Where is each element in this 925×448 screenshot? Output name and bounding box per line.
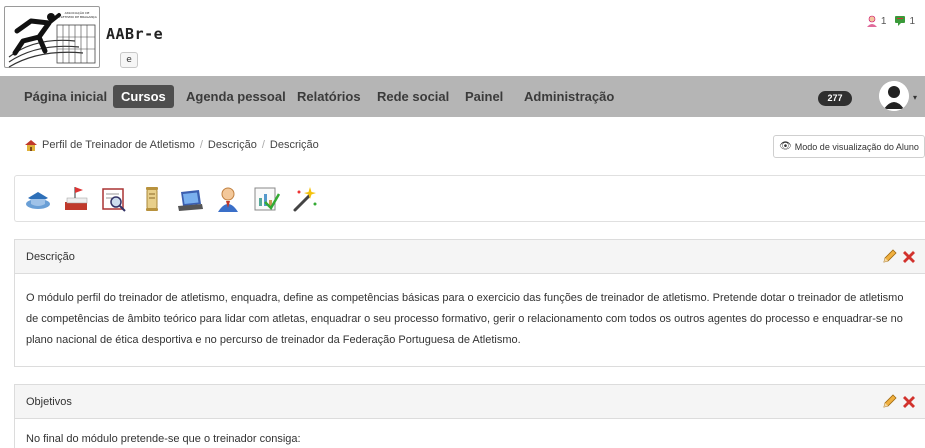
logo-text: ASSOCIAÇÃO DE ATLETISMO DE BRAGANÇA bbox=[57, 11, 97, 19]
home-icon[interactable] bbox=[24, 139, 38, 151]
panel-title: Descrição bbox=[26, 251, 75, 263]
user-icon[interactable] bbox=[213, 184, 243, 214]
breadcrumb-item-description[interactable]: Descrição bbox=[208, 139, 257, 151]
user-silhouette-icon bbox=[879, 81, 909, 111]
student-view-button[interactable]: 👁 Modo de visualização do Aluno bbox=[773, 135, 925, 158]
notifications-count: 1 bbox=[909, 15, 915, 27]
breadcrumb-item-current: Descrição bbox=[269, 139, 319, 151]
nav-count-badge[interactable]: 277 bbox=[818, 91, 852, 106]
nav-courses[interactable]: Cursos bbox=[113, 85, 174, 108]
panel-body-text: No final do módulo pretende-se que o tre… bbox=[26, 433, 301, 445]
book-flag-icon[interactable] bbox=[61, 184, 91, 214]
messages-count: 1 bbox=[880, 15, 887, 27]
hat-icon[interactable] bbox=[23, 184, 53, 214]
breadcrumb-separator: / bbox=[261, 139, 265, 151]
nav-agenda[interactable]: Agenda pessoal bbox=[186, 76, 286, 117]
edit-pencil-icon[interactable] bbox=[881, 394, 897, 410]
main-navbar: Página inicial Cursos Agenda pessoal Rel… bbox=[0, 76, 925, 117]
panel-header: Objetivos bbox=[15, 385, 925, 419]
site-header: ASSOCIAÇÃO DE ATLETISMO DE BRAGANÇA AABr… bbox=[0, 0, 925, 76]
header-status: 1 1 bbox=[866, 15, 923, 27]
site-logo[interactable]: ASSOCIAÇÃO DE ATLETISMO DE BRAGANÇA bbox=[4, 6, 100, 68]
student-view-label: Modo de visualização do Aluno bbox=[794, 141, 919, 152]
nav-reports[interactable]: Relatórios bbox=[297, 76, 361, 117]
breadcrumb-item-course[interactable]: Perfil de Treinador de Atletismo bbox=[42, 139, 195, 151]
course-tools-toolbar bbox=[14, 175, 925, 222]
nav-social-network[interactable]: Rede social bbox=[377, 76, 449, 117]
laptop-icon[interactable] bbox=[175, 184, 205, 214]
breadcrumb-separator: / bbox=[199, 139, 203, 151]
delete-icon[interactable] bbox=[901, 394, 917, 410]
chat-icon[interactable] bbox=[894, 15, 906, 27]
delete-icon[interactable] bbox=[901, 249, 917, 265]
objectives-panel: Objetivos No final do módulo pretende-se… bbox=[14, 384, 925, 448]
nav-home[interactable]: Página inicial bbox=[24, 76, 107, 117]
user-avatar[interactable] bbox=[879, 81, 909, 111]
panel-header: Descrição bbox=[15, 240, 925, 274]
eye-icon: 👁 bbox=[779, 141, 792, 152]
site-badge[interactable]: e bbox=[120, 52, 138, 68]
panel-title: Objetivos bbox=[26, 396, 72, 408]
site-name[interactable]: AABr-e bbox=[106, 25, 163, 43]
search-doc-icon[interactable] bbox=[99, 184, 129, 214]
nav-dashboard[interactable]: Painel bbox=[465, 76, 503, 117]
breadcrumb: Perfil de Treinador de Atletismo / Descr… bbox=[24, 139, 319, 151]
user-menu-caret-icon[interactable]: ▾ bbox=[913, 93, 917, 102]
chart-doc-icon[interactable] bbox=[251, 184, 281, 214]
nav-administration[interactable]: Administração bbox=[524, 76, 614, 117]
magic-wand-icon[interactable] bbox=[289, 184, 319, 214]
description-panel: Descrição O módulo perfil do treinador d… bbox=[14, 239, 925, 367]
scroll-icon[interactable] bbox=[137, 184, 167, 214]
panel-body-text: O módulo perfil do treinador de atletism… bbox=[26, 292, 904, 346]
user-messages-icon[interactable] bbox=[866, 15, 878, 27]
edit-pencil-icon[interactable] bbox=[881, 249, 897, 265]
